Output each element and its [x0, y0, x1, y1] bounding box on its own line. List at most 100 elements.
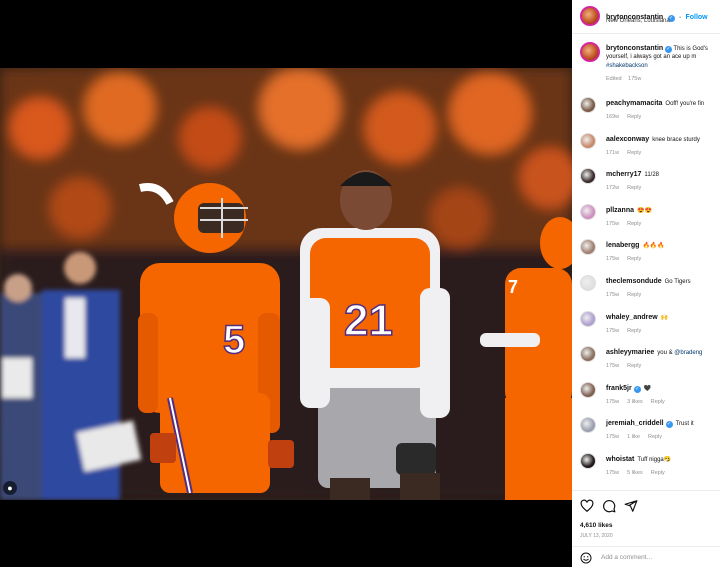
- comment-text: 🔥🔥🔥: [642, 243, 665, 250]
- svg-text:21: 21: [344, 296, 393, 345]
- add-comment-input[interactable]: Add a comment…: [601, 554, 653, 561]
- comment-text: you &: [657, 350, 675, 357]
- reply-button[interactable]: Reply: [627, 185, 641, 191]
- comment-item: peachymamacita Ooff! you're fin 169w Reply: [572, 97, 720, 129]
- reply-button[interactable]: Reply: [648, 434, 662, 440]
- reply-button[interactable]: Reply: [651, 399, 665, 405]
- commenter-handle[interactable]: jeremiah_criddell: [606, 420, 664, 427]
- caption: brytonconstantin ✓ This is God's yoursel…: [572, 38, 720, 88]
- commenter-avatar[interactable]: [580, 168, 596, 185]
- commenter-avatar[interactable]: [580, 203, 596, 220]
- post-location[interactable]: New Orleans, Louisiana: [606, 18, 670, 24]
- caption-time: 175w: [628, 76, 642, 82]
- reply-button[interactable]: Reply: [651, 470, 665, 476]
- author-avatar[interactable]: [580, 6, 600, 26]
- reply-button[interactable]: Reply: [627, 114, 641, 120]
- comment-item: frank5jr ✓ 🖤 175w 3 likes Reply: [572, 381, 720, 414]
- comment-text: Ooff! you're fin: [665, 101, 705, 107]
- commenter-handle[interactable]: whoistat: [606, 456, 634, 463]
- comment-item: whoistat Tuff nigga🤧 175w 5 likes Reply: [572, 453, 720, 485]
- comment-time: 175w: [606, 292, 620, 298]
- commenter-handle[interactable]: lenabergg: [606, 242, 639, 249]
- reply-button[interactable]: Reply: [627, 256, 641, 262]
- svg-text:7: 7: [508, 277, 518, 297]
- verified-icon: ✓: [664, 46, 672, 53]
- reply-button[interactable]: Reply: [627, 292, 641, 298]
- commenter-handle[interactable]: pllzanna: [606, 207, 634, 214]
- likes-count[interactable]: 4,610 likes: [580, 522, 613, 529]
- commenter-avatar[interactable]: [580, 381, 596, 398]
- commenter-handle[interactable]: whaley_andrew: [606, 314, 658, 321]
- caption-avatar[interactable]: [580, 42, 600, 62]
- commenter-handle[interactable]: aalexconway: [606, 136, 649, 143]
- follow-button[interactable]: Follow: [685, 14, 707, 21]
- caption-text-2: yourself, i always got an ace up m: [606, 54, 697, 60]
- post-header: brytonconstantin ✓ • Follow New Orleans,…: [572, 0, 720, 34]
- comment-item: aalexconway knee brace sturdy 171w Reply: [572, 132, 720, 165]
- emoji-icon[interactable]: [580, 552, 592, 564]
- post-photo[interactable]: 5 21 7: [0, 68, 572, 500]
- comment-time: 175w: [606, 398, 620, 405]
- commenter-avatar[interactable]: [580, 310, 596, 327]
- post-actions: 4,610 likes JULY 13, 2020 Add a comment…: [572, 490, 720, 567]
- comment-item: lenabergg 🔥🔥🔥 175w Reply: [572, 239, 720, 271]
- heart-icon[interactable]: [580, 499, 594, 513]
- comment-time: 169w: [606, 114, 620, 120]
- post-media: 5 21 7 ●: [0, 0, 572, 567]
- comment-text: Trust it: [675, 421, 694, 428]
- comment-item: pllzanna 😍😍 175w Reply: [572, 203, 720, 236]
- reply-button[interactable]: Reply: [627, 150, 641, 156]
- comment-text: 11/28: [644, 172, 659, 179]
- commenter-avatar[interactable]: [580, 239, 596, 256]
- comment-item: ashleyymariee you & @bradeng 175w Reply: [572, 346, 720, 378]
- comment-time: 175w: [606, 434, 620, 441]
- comment-item: mcherry17 11/28 172w Reply: [572, 168, 720, 200]
- commenter-handle[interactable]: mcherry17: [606, 171, 641, 178]
- share-icon[interactable]: [624, 499, 638, 513]
- commenter-avatar[interactable]: [580, 346, 596, 363]
- comment-text: 🖤: [643, 385, 652, 392]
- commenter-avatar[interactable]: [580, 275, 596, 291]
- comment-time: 172w: [606, 185, 620, 192]
- comment-item: whaley_andrew 🙌 175w Reply: [572, 310, 720, 343]
- reply-button[interactable]: Reply: [627, 221, 641, 227]
- comment-likes[interactable]: 5 likes: [627, 470, 643, 476]
- commenter-handle[interactable]: theclemsondude: [606, 278, 662, 285]
- caption-edited: Edited: [606, 76, 622, 82]
- photo-illustration: 5 21 7: [0, 68, 572, 500]
- commenter-handle[interactable]: frank5jr: [606, 385, 632, 392]
- separator-dot: •: [679, 15, 682, 21]
- comment-likes[interactable]: 1 like: [627, 434, 640, 440]
- reply-button[interactable]: Reply: [627, 363, 641, 369]
- comment-time: 175w: [606, 220, 620, 227]
- comment-item: jeremiah_criddell ✓ Trust it 175w 1 like Repl…: [572, 417, 720, 449]
- verified-icon: ✓: [665, 421, 673, 429]
- caption-text: This is God's: [673, 46, 708, 52]
- comment-time: 171w: [606, 149, 620, 156]
- reply-button[interactable]: Reply: [627, 328, 641, 334]
- comment-time: 175w: [606, 470, 620, 476]
- caption-author[interactable]: brytonconstantin: [606, 45, 663, 52]
- comment-likes[interactable]: 3 likes: [627, 399, 643, 405]
- comment-icon[interactable]: [602, 499, 616, 513]
- commenter-avatar[interactable]: [580, 97, 596, 113]
- comment-item: theclemsondude Go Tigers 175w Reply: [572, 275, 720, 307]
- commenter-avatar[interactable]: [580, 453, 596, 469]
- comment-text: Go Tigers: [664, 279, 691, 285]
- comment-text: Tuff nigga🤧: [637, 457, 672, 463]
- verified-icon: ✓: [633, 385, 641, 393]
- svg-text:5: 5: [223, 318, 245, 362]
- caption-hashtag[interactable]: #shakebackson: [606, 63, 648, 69]
- commenter-handle[interactable]: peachymamacita: [606, 100, 662, 107]
- comment-time: 175w: [606, 256, 620, 263]
- commenter-avatar[interactable]: [580, 417, 596, 434]
- comment-mention[interactable]: @bradeng: [674, 350, 702, 356]
- add-comment-bar: Add a comment…: [572, 546, 720, 567]
- comment-time: 175w: [606, 363, 620, 370]
- comment-text: knee brace sturdy: [652, 136, 700, 143]
- commenter-avatar[interactable]: [580, 132, 596, 149]
- comment-text: 🙌: [660, 314, 669, 321]
- comment-text: 😍😍: [637, 207, 652, 214]
- user-tag-icon[interactable]: ●: [3, 481, 17, 495]
- commenter-handle[interactable]: ashleyymariee: [606, 349, 654, 356]
